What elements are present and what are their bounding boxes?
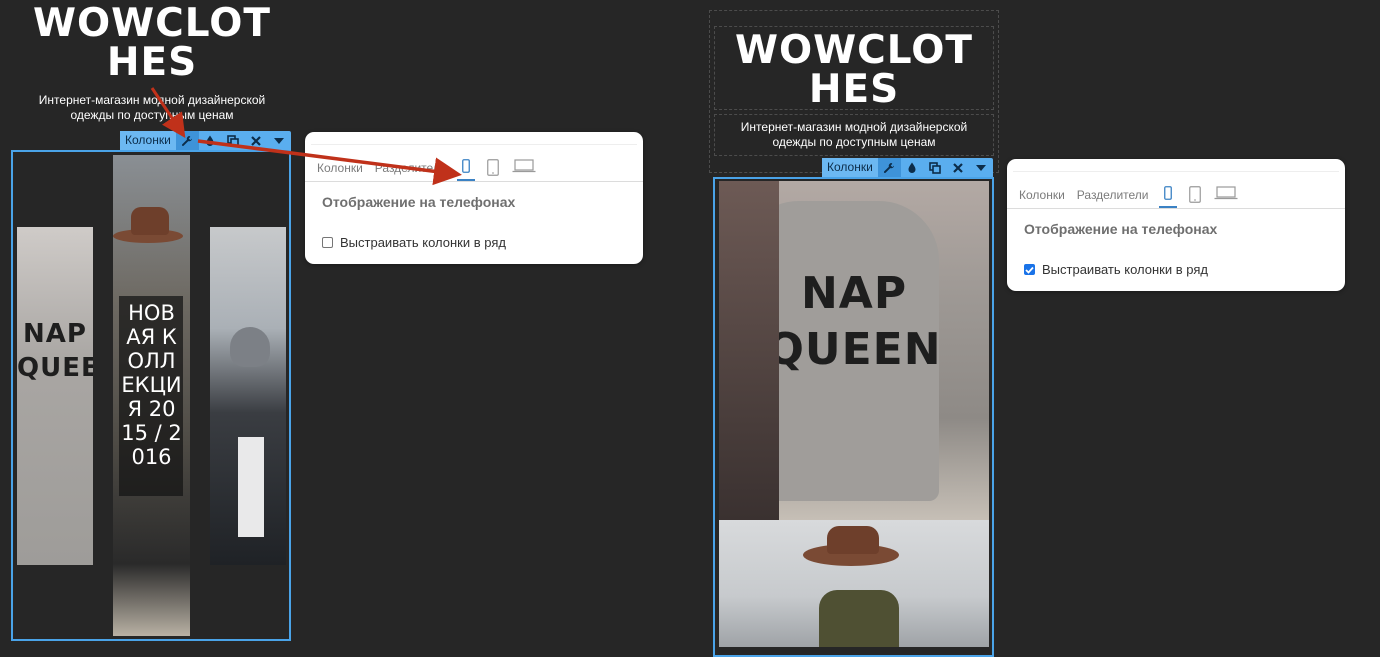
panel-heading: Отображение на телефонах xyxy=(1024,221,1218,237)
tab-dividers[interactable]: Разделители xyxy=(1065,186,1149,204)
panel-tabs-right: Колонки Разделители xyxy=(1007,186,1345,209)
arrow-to-phone-tab xyxy=(197,139,462,186)
panel-top-divider-right xyxy=(1013,171,1339,172)
row-columns-checkbox[interactable] xyxy=(1024,264,1035,275)
copy-icon[interactable] xyxy=(924,158,947,177)
hair-shape xyxy=(719,181,779,520)
annotation-arrows xyxy=(150,87,462,186)
arrow-to-wrench xyxy=(150,87,186,138)
drop-icon[interactable] xyxy=(901,158,924,177)
settings-panel-right: Колонки Разделители Отображение на телеф… xyxy=(1007,159,1345,291)
hat-crown-right xyxy=(827,526,879,554)
chevron-down-icon[interactable] xyxy=(970,158,993,177)
stacked-photo-sweater: NAP QUEEN xyxy=(719,181,989,520)
tablet-icon[interactable] xyxy=(1187,186,1203,208)
check-icon xyxy=(1025,266,1034,274)
row-columns-label: Выстраивать колонки в ряд xyxy=(1042,262,1208,277)
laptop-icon[interactable] xyxy=(1213,186,1239,208)
toolbar-label-right[interactable]: Колонки xyxy=(822,158,878,177)
tab-columns[interactable]: Колонки xyxy=(1007,186,1065,204)
phone-icon[interactable] xyxy=(1158,186,1177,208)
columns-toolbar-right: Колонки xyxy=(822,158,993,177)
brand-tagline-right: Интернет-магазин модной дизайнерской оде… xyxy=(740,120,968,149)
wrench-icon[interactable] xyxy=(877,158,901,177)
brand-title-right: WOWCLOTHES xyxy=(734,28,974,112)
jacket-shape xyxy=(819,590,899,647)
close-icon[interactable] xyxy=(947,158,970,177)
stacked-photo-hat-woman xyxy=(719,520,989,647)
row-columns-option[interactable]: Выстраивать колонки в ряд xyxy=(1024,262,1208,277)
